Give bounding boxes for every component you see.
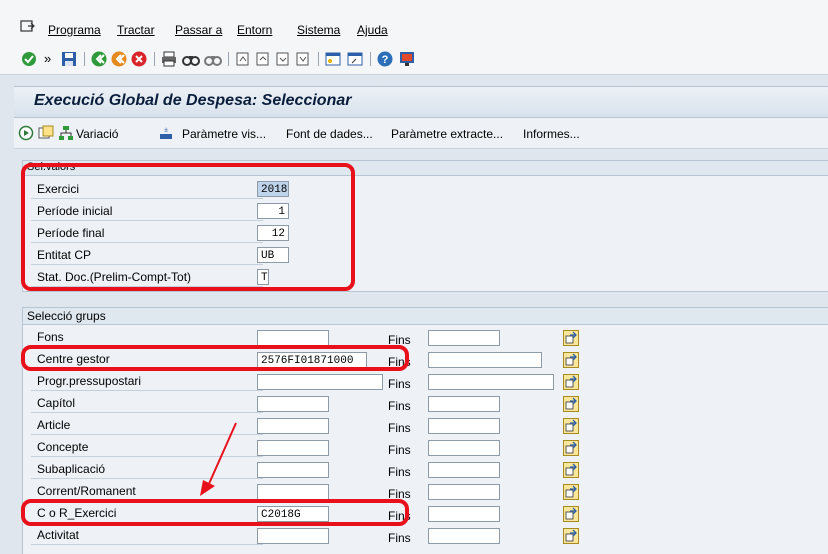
svg-text:?: ? [382,54,389,66]
enter-icon[interactable] [20,50,38,68]
generate-shortcut-icon[interactable] [346,50,364,68]
capitol-from-field[interactable] [257,396,329,412]
progr-pressupostari-multiple-selection-button[interactable] [563,374,579,390]
find-icon[interactable] [182,50,200,68]
concepte-to-label: Fins [388,443,411,457]
next-page-icon[interactable] [274,50,292,68]
find-next-icon[interactable] [204,50,222,68]
menu-ajuda[interactable]: Ajuda [357,23,388,37]
capitol-to-field[interactable] [428,396,500,412]
activitat-to-label: Fins [388,531,411,545]
extract-parameter-button[interactable]: Paràmetre extracte... [391,127,503,141]
create-session-icon[interactable] [324,50,342,68]
fons-from-field[interactable] [257,330,329,346]
arrow-icon [200,422,237,496]
centre-gestor-to-field[interactable] [428,352,542,368]
reports-button[interactable]: Informes... [523,127,580,141]
subaplicacio-multiple-selection-button[interactable] [563,462,579,478]
back-icon[interactable] [90,50,108,68]
page-title: Execució Global de Despesa: Seleccionar [34,92,352,109]
progr-pressupostari-to-field[interactable] [428,374,554,390]
corrent-romanent-multiple-selection-button[interactable] [563,484,579,500]
data-source-button[interactable]: Font de dades... [286,127,373,141]
expand-icon[interactable]: » [44,51,51,66]
execute-icon[interactable] [18,125,34,141]
subaplicacio-from-field[interactable] [257,462,329,478]
multiple-selection-icon [565,375,577,388]
activitat-from-field[interactable] [257,528,329,544]
menu-programa[interactable]: Programa [48,23,101,37]
progr-pressupostari-to-label: Fins [388,377,411,391]
highlight-box-centre-gestor [21,345,409,371]
activitat-multiple-selection-button[interactable] [563,528,579,544]
selection-options-icon[interactable]: ± [158,125,174,141]
article-from-field[interactable] [257,418,329,434]
article-to-label: Fins [388,421,411,435]
multiple-selection-icon [565,485,577,498]
multiple-selection-icon [565,507,577,520]
fons-to-field[interactable] [428,330,500,346]
exit-icon[interactable] [110,50,128,68]
concepte-to-field[interactable] [428,440,500,456]
previous-page-icon[interactable] [254,50,272,68]
concepte-from-field[interactable] [257,440,329,456]
get-variant-icon[interactable] [38,125,54,141]
fons-multiple-selection-button[interactable] [563,330,579,346]
multiple-selection-icon [565,397,577,410]
menu-sistema[interactable]: Sistema [297,23,340,37]
menu-icon[interactable] [20,20,36,34]
multiple-selection-icon [565,419,577,432]
corrent-romanent-to-field[interactable] [428,484,500,500]
concepte-multiple-selection-button[interactable] [563,440,579,456]
seleccio-grups-title: Selecció grups [27,309,106,323]
variant-button[interactable]: Variació [76,127,118,141]
centre-gestor-multiple-selection-button[interactable] [563,352,579,368]
subaplicacio-to-label: Fins [388,465,411,479]
corrent-romanent-from-field[interactable] [257,484,329,500]
menu-passar-a[interactable]: Passar a [175,23,222,37]
svg-text:±: ± [164,127,168,134]
subaplicacio-to-field[interactable] [428,462,500,478]
multiple-selection-icon [565,353,577,366]
menu-entorn[interactable]: Entorn [237,23,272,37]
cancel-icon[interactable] [130,50,148,68]
menu-bar: Programa Tractar Passar a Entorn Sistema… [0,0,828,45]
print-icon[interactable] [160,50,178,68]
label-activitat: Activitat [31,526,263,545]
application-toolbar: Variació ± Paràmetre vis... Font de dade… [14,118,828,149]
c-o-r-exercici-multiple-selection-button[interactable] [563,506,579,522]
multiple-selection-icon [565,529,577,542]
customize-layout-icon[interactable] [398,50,416,68]
article-multiple-selection-button[interactable] [563,418,579,434]
activitat-to-field[interactable] [428,528,500,544]
progr-pressupostari-from-field[interactable] [257,374,383,390]
last-page-icon[interactable] [294,50,312,68]
variant-icon[interactable] [58,125,74,141]
article-to-field[interactable] [428,418,500,434]
label-progr-pressupostari: Progr.pressupostari [31,372,263,391]
display-parameter-button[interactable]: Paràmetre vis... [182,127,266,141]
standard-toolbar: » ? [0,44,828,75]
seleccio-grups-header: Selecció grups [23,308,828,325]
save-icon[interactable] [60,50,78,68]
label-capitol: Capítol [31,394,263,413]
menu-tractar[interactable]: Tractar [117,23,155,37]
highlight-box-sel-valors [21,163,355,291]
screen-title-bar: Execució Global de Despesa: Seleccionar [14,86,828,118]
capitol-multiple-selection-button[interactable] [563,396,579,412]
multiple-selection-icon [565,331,577,344]
c-o-r-exercici-to-field[interactable] [428,506,500,522]
multiple-selection-icon [565,463,577,476]
first-page-icon[interactable] [234,50,252,68]
help-icon[interactable]: ? [376,50,394,68]
capitol-to-label: Fins [388,399,411,413]
highlight-box-c-o-r-exercici [21,499,409,526]
multiple-selection-icon [565,441,577,454]
